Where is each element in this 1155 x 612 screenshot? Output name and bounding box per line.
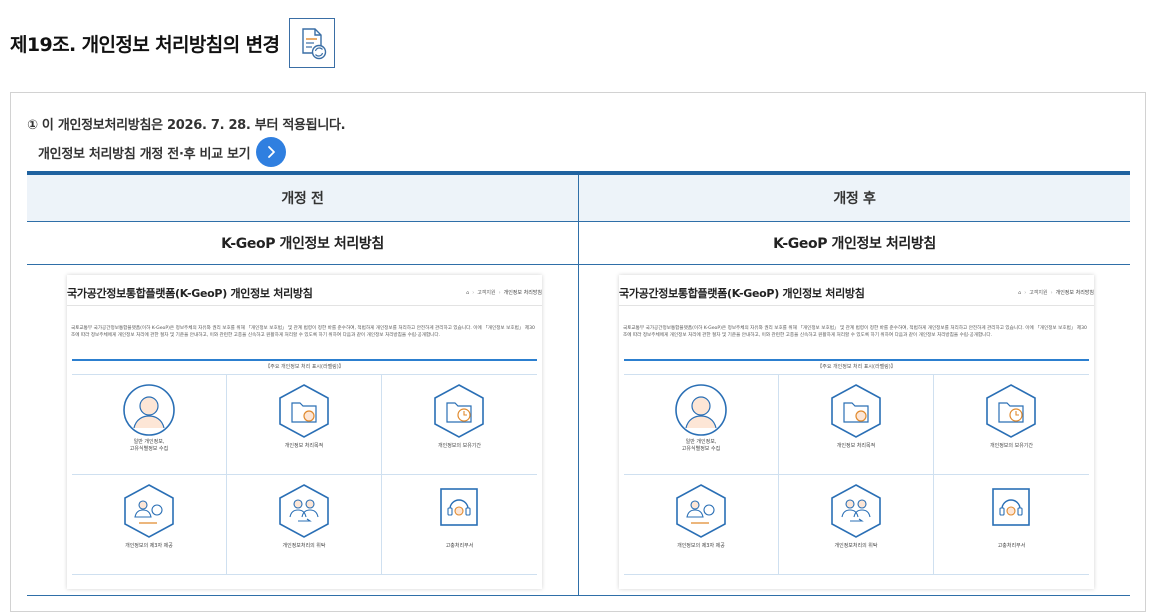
label-text: 개인정보의 보유기간 [438,443,481,449]
label-cell[interactable]: 개인정보 처리목적 [779,375,934,475]
intro-paragraph: 국토교통부 국가공간정보통합플랫폼(이하 K-GeoP)은 정보주체의 자유와 … [623,326,1087,338]
delegation-icon [279,484,329,538]
person-icon [675,384,727,436]
home-icon[interactable]: ⌂ [1018,290,1021,296]
breadcrumb: ⌂ › 고객지원 › 개인정보 처리방침 [466,289,542,297]
breadcrumb-separator: › [1024,289,1027,296]
label-text: 일반 개인정보, 고유식별정보 수집 [681,439,721,452]
labeling-grid: 일반 개인정보, 고유식별정보 수집 개인정보 처리목적 개인정보의 보유기간 [72,375,537,575]
page-title: 제19조. 개인정보 처리방침의 변경 [10,33,280,56]
third-party-icon [676,484,726,538]
label-cell[interactable]: 개인정보의 보유기간 [934,375,1089,475]
breadcrumb-separator: › [472,289,475,296]
before-header: 개정 전 [27,173,579,222]
document-title: 국가공간정보통합플랫폼(K-GeoP) 개인정보 처리방침 [67,287,313,300]
label-text: 개인정보의 보유기간 [990,443,1033,449]
document-refresh-icon [289,18,336,68]
compare-link-row[interactable]: 개인정보 처리방침 개정 전·후 비교 보기 [38,137,287,167]
home-icon[interactable]: ⌂ [466,290,469,296]
breadcrumb-item[interactable]: 고객지원 [1029,289,1047,296]
effective-date-notice: ① 이 개인정보처리방침은 2026. 7. 28. 부터 적용됩니다. [27,118,346,133]
label-cell[interactable]: 개인정보의 보유기간 [382,375,537,475]
label-cell[interactable]: 개인정보처리의 위탁 [779,475,934,575]
page-title-row: 제19조. 개인정보 처리방침의 변경 [10,17,336,69]
headset-icon [992,488,1030,526]
labeling-box-title: 【주요 개인정보 처리 표시(라벨링)】 [624,361,1089,375]
after-document-cell: 국가공간정보통합플랫폼(K-GeoP) 개인정보 처리방침 ⌂ › 고객지원 ›… [578,264,1130,596]
label-cell[interactable]: 개인정보처리의 위탁 [227,475,382,575]
label-text: 개인정보의 제3자 제공 [677,543,725,549]
label-cell[interactable]: 일반 개인정보, 고유식별정보 수집 [624,375,779,475]
after-document: 국가공간정보통합플랫폼(K-GeoP) 개인정보 처리방침 ⌂ › 고객지원 ›… [619,275,1094,589]
before-document-cell: 국가공간정보통합플랫폼(K-GeoP) 개인정보 처리방침 ⌂ › 고객지원 ›… [27,264,579,596]
comparison-table: 개정 전 개정 후 K-GeoP 개인정보 처리방침 K-GeoP 개인정보 처… [27,171,1130,596]
label-cell[interactable]: 개인정보의 제3자 제공 [72,475,227,575]
after-header: 개정 후 [578,173,1130,222]
label-text: 고충처리부서 [997,543,1026,549]
breadcrumb-current: 개인정보 처리방침 [1055,290,1094,296]
label-cell[interactable]: 개인정보 처리목적 [227,375,382,475]
breadcrumb-item[interactable]: 고객지원 [477,289,495,296]
compare-link-label[interactable]: 개인정보 처리방침 개정 전·후 비교 보기 [38,143,251,162]
title-divider [67,305,542,306]
before-subtitle: K-GeoP 개인정보 처리방침 [27,221,579,265]
label-text: 개인정보처리의 위탁 [282,543,326,549]
chevron-right-icon [268,146,276,158]
labeling-grid: 일반 개인정보, 고유식별정보 수집 개인정보 처리목적 개인정보의 보유기간 [624,375,1089,575]
label-text: 개인정보처리의 위탁 [834,543,878,549]
third-party-icon [124,484,174,538]
label-text: 개인정보의 제3자 제공 [125,543,173,549]
breadcrumb-current: 개인정보 처리방침 [503,290,542,296]
labeling-box: 【주요 개인정보 처리 표시(라벨링)】 일반 개인정보, 고유식별정보 수집 … [72,359,537,591]
headset-icon [440,488,478,526]
label-cell[interactable]: 개인정보의 제3자 제공 [624,475,779,575]
breadcrumb: ⌂ › 고객지원 › 개인정보 처리방침 [1018,289,1094,297]
label-cell[interactable]: 고충처리부서 [934,475,1089,575]
label-text: 일반 개인정보, 고유식별정보 수집 [129,439,169,452]
compare-arrow-button[interactable] [256,137,287,167]
folder-gear-icon [831,384,881,438]
after-subtitle: K-GeoP 개인정보 처리방침 [578,221,1130,265]
before-document: 국가공간정보통합플랫폼(K-GeoP) 개인정보 처리방침 ⌂ › 고객지원 ›… [67,275,542,589]
intro-paragraph: 국토교통부 국가공간정보통합플랫폼(이하 K-GeoP)은 정보주체의 자유와 … [71,326,535,338]
label-cell[interactable]: 일반 개인정보, 고유식별정보 수집 [72,375,227,475]
labeling-box: 【주요 개인정보 처리 표시(라벨링)】 일반 개인정보, 고유식별정보 수집 … [624,359,1089,591]
document-title: 국가공간정보통합플랫폼(K-GeoP) 개인정보 처리방침 [619,287,865,300]
labeling-box-title: 【주요 개인정보 처리 표시(라벨링)】 [72,361,537,375]
folder-clock-icon [986,384,1036,438]
label-text: 개인정보 처리목적 [284,443,324,449]
folder-gear-icon [279,384,329,438]
label-cell[interactable]: 고충처리부서 [382,475,537,575]
label-text: 고충처리부서 [445,543,474,549]
breadcrumb-separator: › [498,289,501,296]
folder-clock-icon [434,384,484,438]
label-text: 개인정보 처리목적 [836,443,876,449]
title-divider [619,305,1094,306]
delegation-icon [831,484,881,538]
person-icon [123,384,175,436]
breadcrumb-separator: › [1050,289,1053,296]
